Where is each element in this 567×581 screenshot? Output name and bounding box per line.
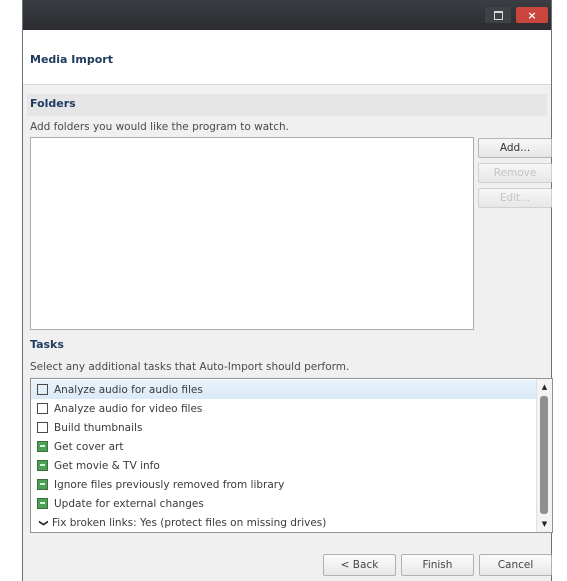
- back-button[interactable]: < Back: [323, 554, 396, 576]
- task-analyze-audio-for-video[interactable]: Analyze audio for video files: [31, 399, 536, 418]
- wizard-content: Folders Add folders you would like the p…: [23, 85, 553, 581]
- task-checkbox-checked[interactable]: [37, 441, 48, 452]
- task-checkbox-checked[interactable]: [37, 498, 48, 509]
- task-ignore-removed-files[interactable]: Ignore files previously removed from lib…: [31, 475, 536, 494]
- finish-button[interactable]: Finish: [401, 554, 474, 576]
- folder-list[interactable]: [30, 137, 474, 330]
- title-bar: ×: [23, 0, 551, 30]
- remove-folder-button[interactable]: Remove: [478, 163, 552, 183]
- task-label: Analyze audio for audio files: [54, 383, 203, 396]
- task-label: Update for external changes: [54, 497, 204, 510]
- close-button[interactable]: ×: [516, 7, 548, 23]
- task-checkbox-checked[interactable]: [37, 460, 48, 471]
- page-title: Media Import: [30, 53, 113, 66]
- task-build-thumbnails[interactable]: Build thumbnails: [31, 418, 536, 437]
- task-label: Fix broken links: Yes (protect files on …: [52, 516, 327, 529]
- task-checkbox[interactable]: [37, 422, 48, 433]
- task-checkbox[interactable]: [37, 384, 48, 395]
- task-label: Analyze audio for video files: [54, 402, 203, 415]
- task-checkbox[interactable]: [37, 403, 48, 414]
- scroll-down-icon[interactable]: ▼: [537, 517, 552, 531]
- maximize-icon: [493, 10, 503, 20]
- scrollbar-thumb[interactable]: [540, 396, 548, 514]
- edit-folder-button[interactable]: Edit...: [478, 188, 552, 208]
- task-label: Build thumbnails: [54, 421, 143, 434]
- chevron-down-icon[interactable]: ❯: [37, 518, 48, 528]
- scroll-up-icon[interactable]: ▲: [537, 380, 552, 394]
- cancel-button[interactable]: Cancel: [479, 554, 552, 576]
- task-label: Ignore files previously removed from lib…: [54, 478, 285, 491]
- task-checkbox-checked[interactable]: [37, 479, 48, 490]
- task-fix-broken-links[interactable]: ❯ Fix broken links: Yes (protect files o…: [31, 513, 536, 532]
- folders-section-title: Folders: [30, 97, 76, 110]
- tasks-description: Select any additional tasks that Auto-Im…: [30, 361, 350, 373]
- task-update-external-changes[interactable]: Update for external changes: [31, 494, 536, 513]
- wizard-header: Media Import: [23, 30, 551, 84]
- tasks-section-title: Tasks: [30, 338, 64, 351]
- task-get-movie-tv-info[interactable]: Get movie & TV info: [31, 456, 536, 475]
- maximize-button[interactable]: [485, 7, 511, 23]
- media-import-window: × Media Import Folders Add folders you w…: [22, 0, 553, 581]
- add-folder-button[interactable]: Add...: [478, 138, 552, 158]
- close-icon: ×: [527, 8, 537, 22]
- task-label: Get cover art: [54, 440, 124, 453]
- task-get-cover-art[interactable]: Get cover art: [31, 437, 536, 456]
- tasks-list[interactable]: Analyze audio for audio files Analyze au…: [30, 378, 553, 533]
- task-analyze-audio-for-audio[interactable]: Analyze audio for audio files: [31, 380, 536, 399]
- task-label: Get movie & TV info: [54, 459, 160, 472]
- folders-section-band: [27, 94, 547, 116]
- folders-description: Add folders you would like the program t…: [30, 121, 290, 133]
- tasks-scrollbar[interactable]: ▲ ▼: [536, 379, 552, 532]
